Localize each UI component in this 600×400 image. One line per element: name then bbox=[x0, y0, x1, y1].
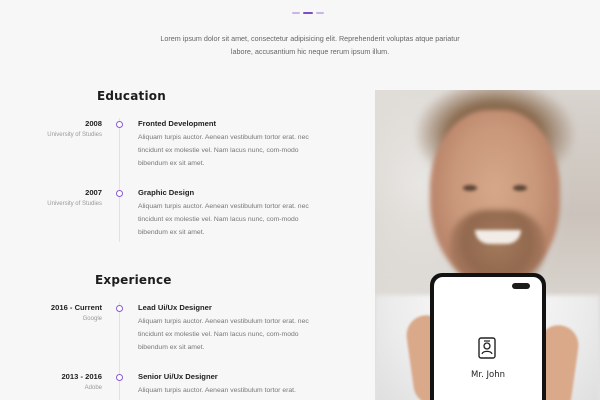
entry-date: 2016 - Current bbox=[50, 303, 102, 312]
timeline-dot bbox=[116, 121, 123, 128]
entry-org: University of Studies bbox=[47, 201, 102, 207]
phone-profile-name: Mr. John bbox=[471, 370, 505, 380]
timeline-dot bbox=[116, 305, 123, 312]
entry-date: 2008 bbox=[85, 119, 102, 128]
phone-screen: Mr. John bbox=[434, 277, 542, 400]
entry-role: Lead Ui/Ux Designer bbox=[138, 303, 212, 312]
intro-text: Lorem ipsum dolor sit amet, consectetur … bbox=[160, 34, 460, 56]
profile-photo: Mr. John bbox=[375, 90, 600, 400]
entry-date: 2013 - 2016 bbox=[61, 372, 102, 381]
entry-description: Aliquam turpis auctor. Aenean vestibulum… bbox=[138, 134, 309, 167]
entry-role: Graphic Design bbox=[138, 188, 195, 197]
entry-description: Aliquam turpis auctor. Aenean vestibulum… bbox=[138, 203, 309, 236]
entry-description: Aliquam turpis auctor. Aenean vestibulum… bbox=[138, 318, 309, 351]
entry-org: Google bbox=[82, 316, 102, 322]
entry-date: 2007 bbox=[85, 188, 102, 197]
phone-mockup: Mr. John bbox=[430, 273, 546, 400]
experience-title: Experience bbox=[95, 273, 172, 287]
entry-role: Fronted Development bbox=[138, 119, 217, 128]
entry-description: Aliquam turpis auctor. Aenean vestibulum… bbox=[138, 387, 296, 394]
timeline-dot bbox=[116, 190, 123, 197]
entry-role: Senior Ui/Ux Designer bbox=[138, 372, 218, 381]
education-timeline bbox=[119, 118, 120, 242]
timeline-dot bbox=[116, 374, 123, 381]
experience-timeline bbox=[119, 302, 120, 400]
entry-org: Adobe bbox=[84, 385, 102, 391]
entry-org: University of Studies bbox=[47, 132, 102, 138]
id-card-icon bbox=[478, 337, 496, 359]
phone-camera bbox=[512, 283, 530, 289]
section-divider bbox=[292, 12, 324, 14]
education-title: Education bbox=[97, 89, 166, 103]
